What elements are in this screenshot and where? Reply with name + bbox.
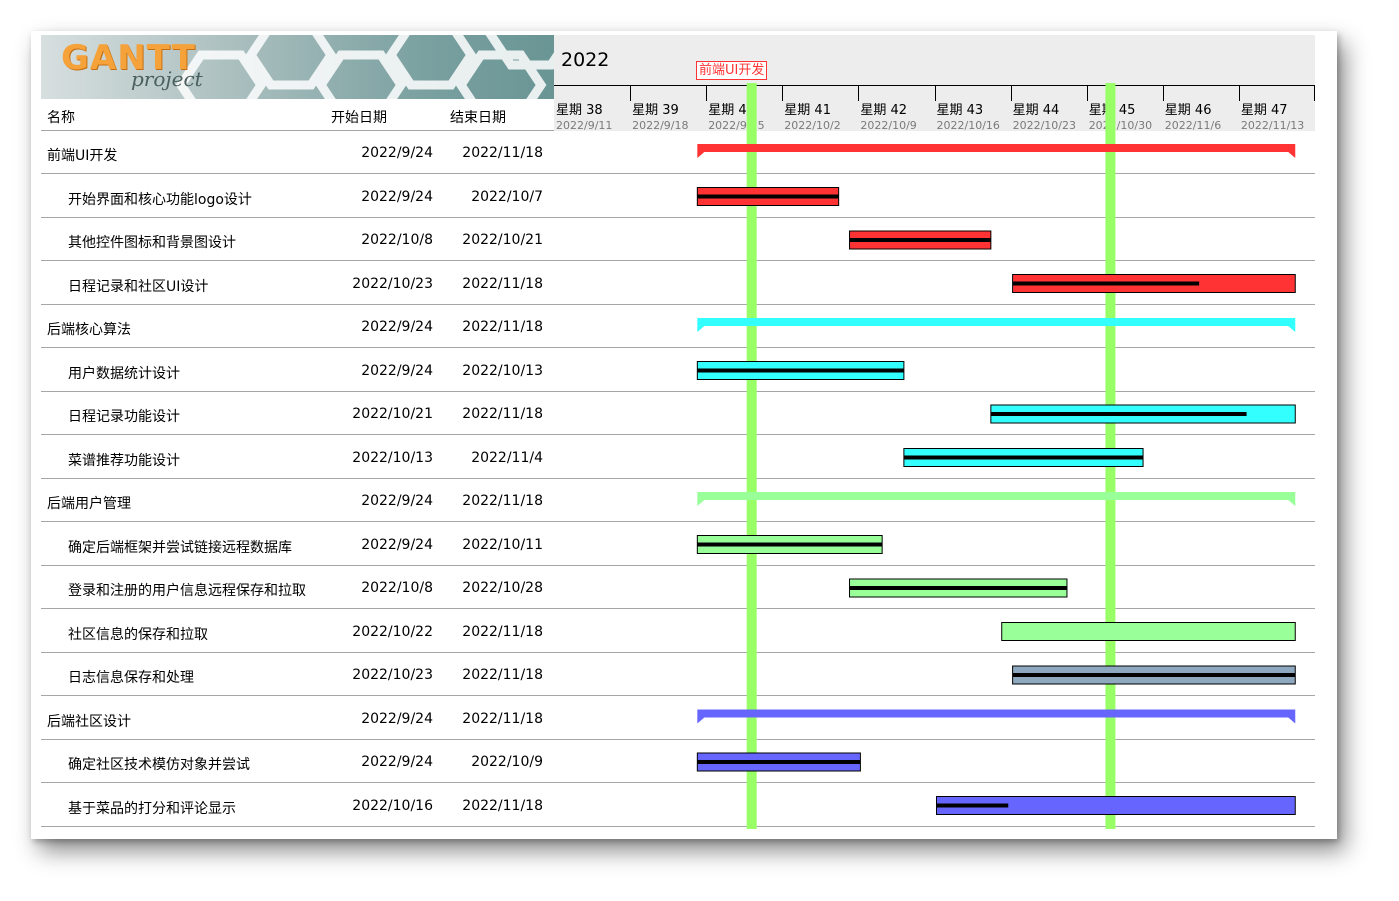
- task-progress-line: [697, 760, 861, 764]
- group-summary-bar[interactable]: [697, 709, 1296, 724]
- task-progress-line: [1012, 281, 1200, 286]
- task-progress-line: [903, 455, 1144, 460]
- task-progress-line: [697, 542, 883, 547]
- group-summary-bar[interactable]: [697, 144, 1296, 158]
- task-progress-line: [990, 412, 1247, 416]
- task-progress-line: [697, 368, 904, 373]
- task-progress-line: [849, 238, 991, 242]
- task-progress-line: [1012, 673, 1296, 677]
- gantt-sheet: GANTT project 名称 开始日期 结束日期 2022 星期 38 202…: [31, 31, 1337, 839]
- gantt-chart: [696, 83, 1296, 829]
- task-progress-line: [697, 194, 839, 199]
- task-progress-line: [849, 586, 1067, 590]
- group-summary-bar[interactable]: [697, 492, 1296, 506]
- task-bar[interactable]: [1001, 622, 1296, 641]
- task-progress-line: [936, 803, 1009, 808]
- group-summary-bar[interactable]: [697, 318, 1296, 332]
